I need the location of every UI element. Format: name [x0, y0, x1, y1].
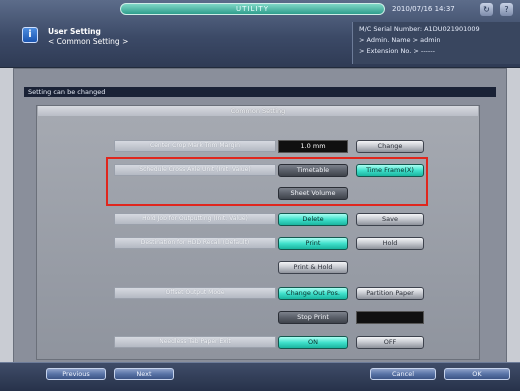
breadcrumb: < Common Setting > — [48, 37, 129, 46]
hdd-recall-label: Destination for HDD Recall (Default) — [114, 237, 276, 249]
utility-banner: UTILITY — [120, 3, 385, 15]
previous-button[interactable]: Previous — [46, 368, 106, 380]
admin-name: > Admin. Name > admin — [359, 36, 441, 44]
datetime: 2010/07/16 14:37 — [392, 5, 455, 13]
sheet-volume-button[interactable]: Sheet Volume — [278, 187, 348, 200]
print-button[interactable]: Print — [278, 237, 348, 250]
info-icon: i — [22, 27, 38, 43]
panel-title: Common Setting — [38, 106, 478, 116]
status-message: Setting can be changed — [24, 87, 496, 97]
offset-output-label: Offset Output Mode — [114, 287, 276, 299]
extension-number: > Extension No. > ------ — [359, 47, 435, 55]
center-crop-value: 1.0 mm — [278, 140, 348, 153]
machine-info-panel: M/C Serial Number: A1DU021901009 > Admin… — [352, 22, 520, 64]
partition-paper-button[interactable]: Partition Paper — [356, 287, 424, 300]
delete-button[interactable]: Delete — [278, 213, 348, 226]
on-button[interactable]: ON — [278, 336, 348, 349]
serial-number: M/C Serial Number: A1DU021901009 — [359, 25, 480, 33]
stop-print-button[interactable]: Stop Print — [278, 311, 348, 324]
next-button[interactable]: Next — [114, 368, 174, 380]
print-and-hold-button[interactable]: Print & Hold — [278, 261, 348, 274]
page-title: User Setting — [48, 27, 101, 36]
cancel-button[interactable]: Cancel — [370, 368, 436, 380]
hold-button[interactable]: Hold — [356, 237, 424, 250]
change-out-pos-button[interactable]: Change Out Pos. — [278, 287, 348, 300]
center-crop-label: Center Crop Mark Trim Margin — [114, 140, 276, 152]
schedule-label: Schedule Cross Axle Unit (Init. Value) — [114, 164, 276, 176]
ok-button[interactable]: OK — [444, 368, 510, 380]
offset-empty-box — [356, 311, 424, 324]
change-button[interactable]: Change — [356, 140, 424, 153]
save-button[interactable]: Save — [356, 213, 424, 226]
needless-tab-label: Needless Tab Paper Exit — [114, 336, 276, 348]
time-frame-button[interactable]: Time Frame(X) — [356, 164, 424, 177]
hold-job-label: Hold Job for Outputting (Init. Value) — [114, 213, 276, 225]
help-icon[interactable]: ? — [500, 3, 513, 16]
timetable-button[interactable]: Timetable — [278, 164, 348, 177]
off-button[interactable]: OFF — [356, 336, 424, 349]
refresh-icon[interactable]: ↻ — [480, 3, 493, 16]
